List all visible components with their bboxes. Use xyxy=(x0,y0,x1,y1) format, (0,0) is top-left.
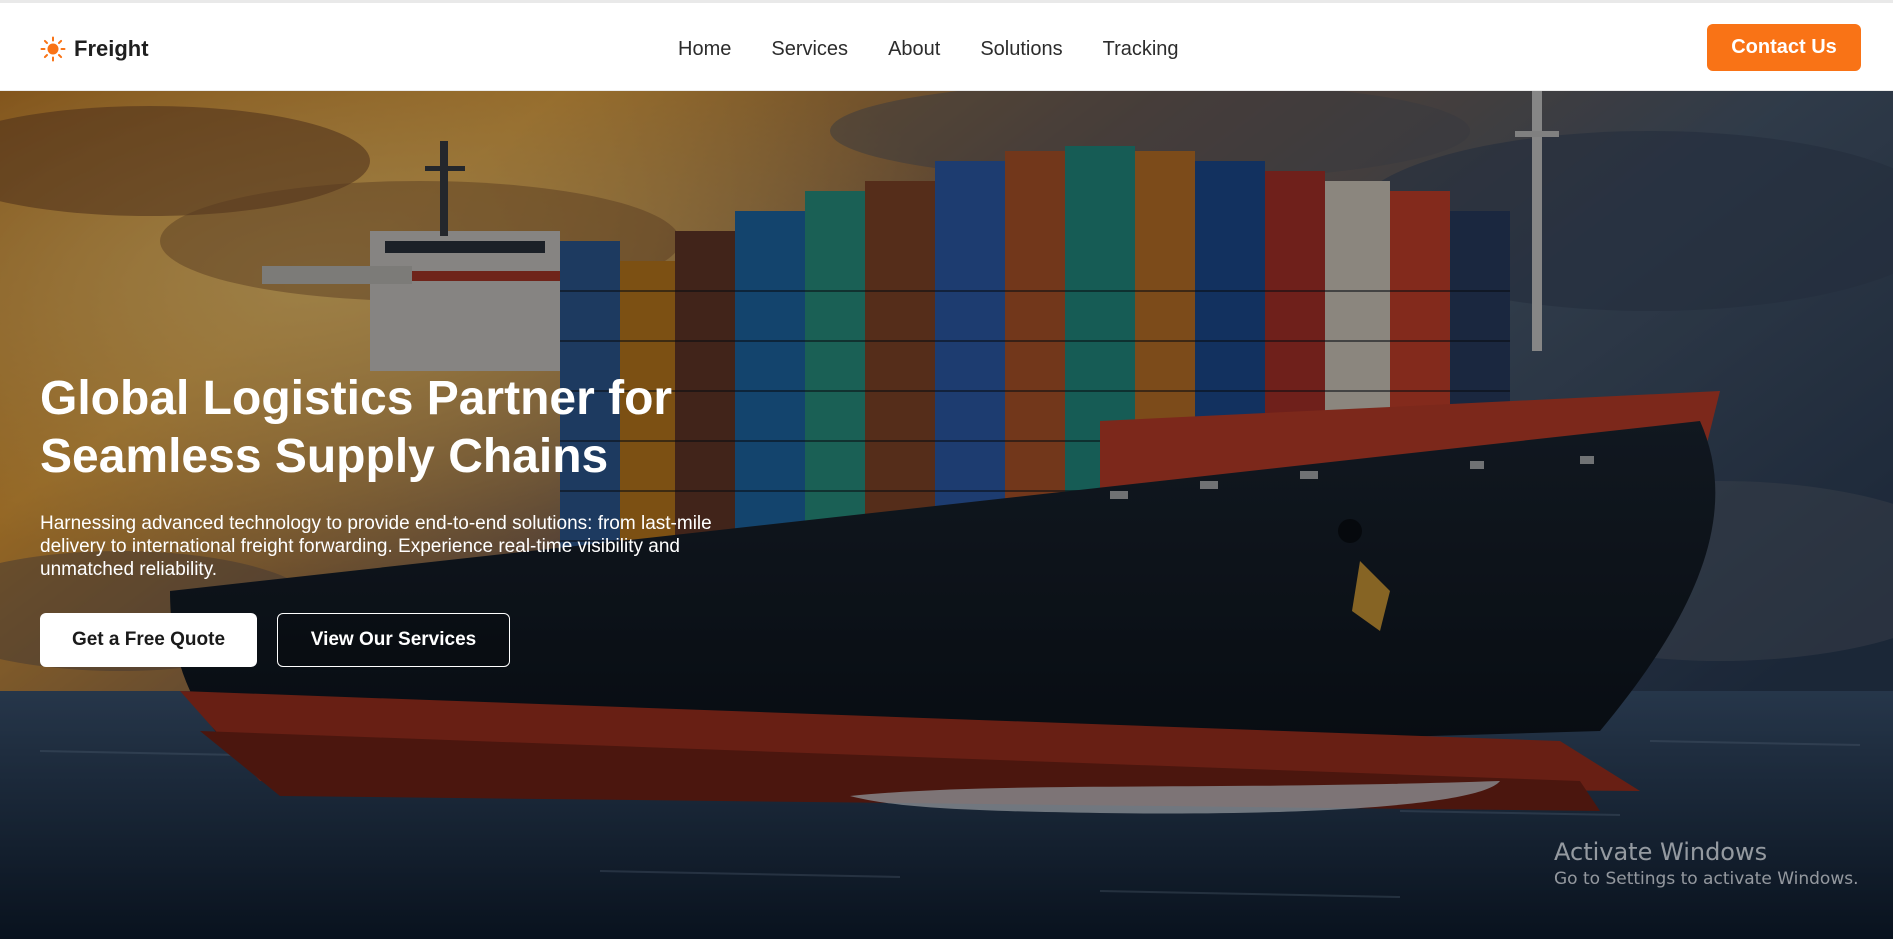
view-services-button[interactable]: View Our Services xyxy=(277,613,510,667)
main-nav: Home Services About Solutions Tracking xyxy=(678,33,1179,65)
nav-link-tracking[interactable]: Tracking xyxy=(1103,33,1179,65)
activate-windows-watermark: Activate Windows Go to Settings to activ… xyxy=(1554,837,1859,891)
hero-actions: Get a Free Quote View Our Services xyxy=(40,613,800,667)
hero-title: Global Logistics Partner for Seamless Su… xyxy=(40,372,673,483)
brand-name: Freight xyxy=(74,36,149,61)
watermark-subtitle: Go to Settings to activate Windows. xyxy=(1554,869,1859,889)
hero-section: Global Logistics Partner for Seamless Su… xyxy=(0,91,1893,939)
brand-logo[interactable]: Freight xyxy=(40,33,149,65)
page: Freight Home Services About Solutions Tr… xyxy=(0,0,1893,939)
nav-link-about[interactable]: About xyxy=(888,33,940,65)
nav-link-solutions[interactable]: Solutions xyxy=(980,33,1062,65)
sun-icon xyxy=(40,36,66,62)
watermark-title: Activate Windows xyxy=(1554,838,1768,866)
contact-us-button[interactable]: Contact Us xyxy=(1707,24,1861,71)
hero-subtitle: Harnessing advanced technology to provid… xyxy=(40,513,712,580)
nav-link-services[interactable]: Services xyxy=(771,33,848,65)
hero-content: Global Logistics Partner for Seamless Su… xyxy=(40,370,800,667)
get-free-quote-button[interactable]: Get a Free Quote xyxy=(40,613,257,667)
nav-link-home[interactable]: Home xyxy=(678,33,731,65)
site-header: Freight Home Services About Solutions Tr… xyxy=(0,3,1893,91)
